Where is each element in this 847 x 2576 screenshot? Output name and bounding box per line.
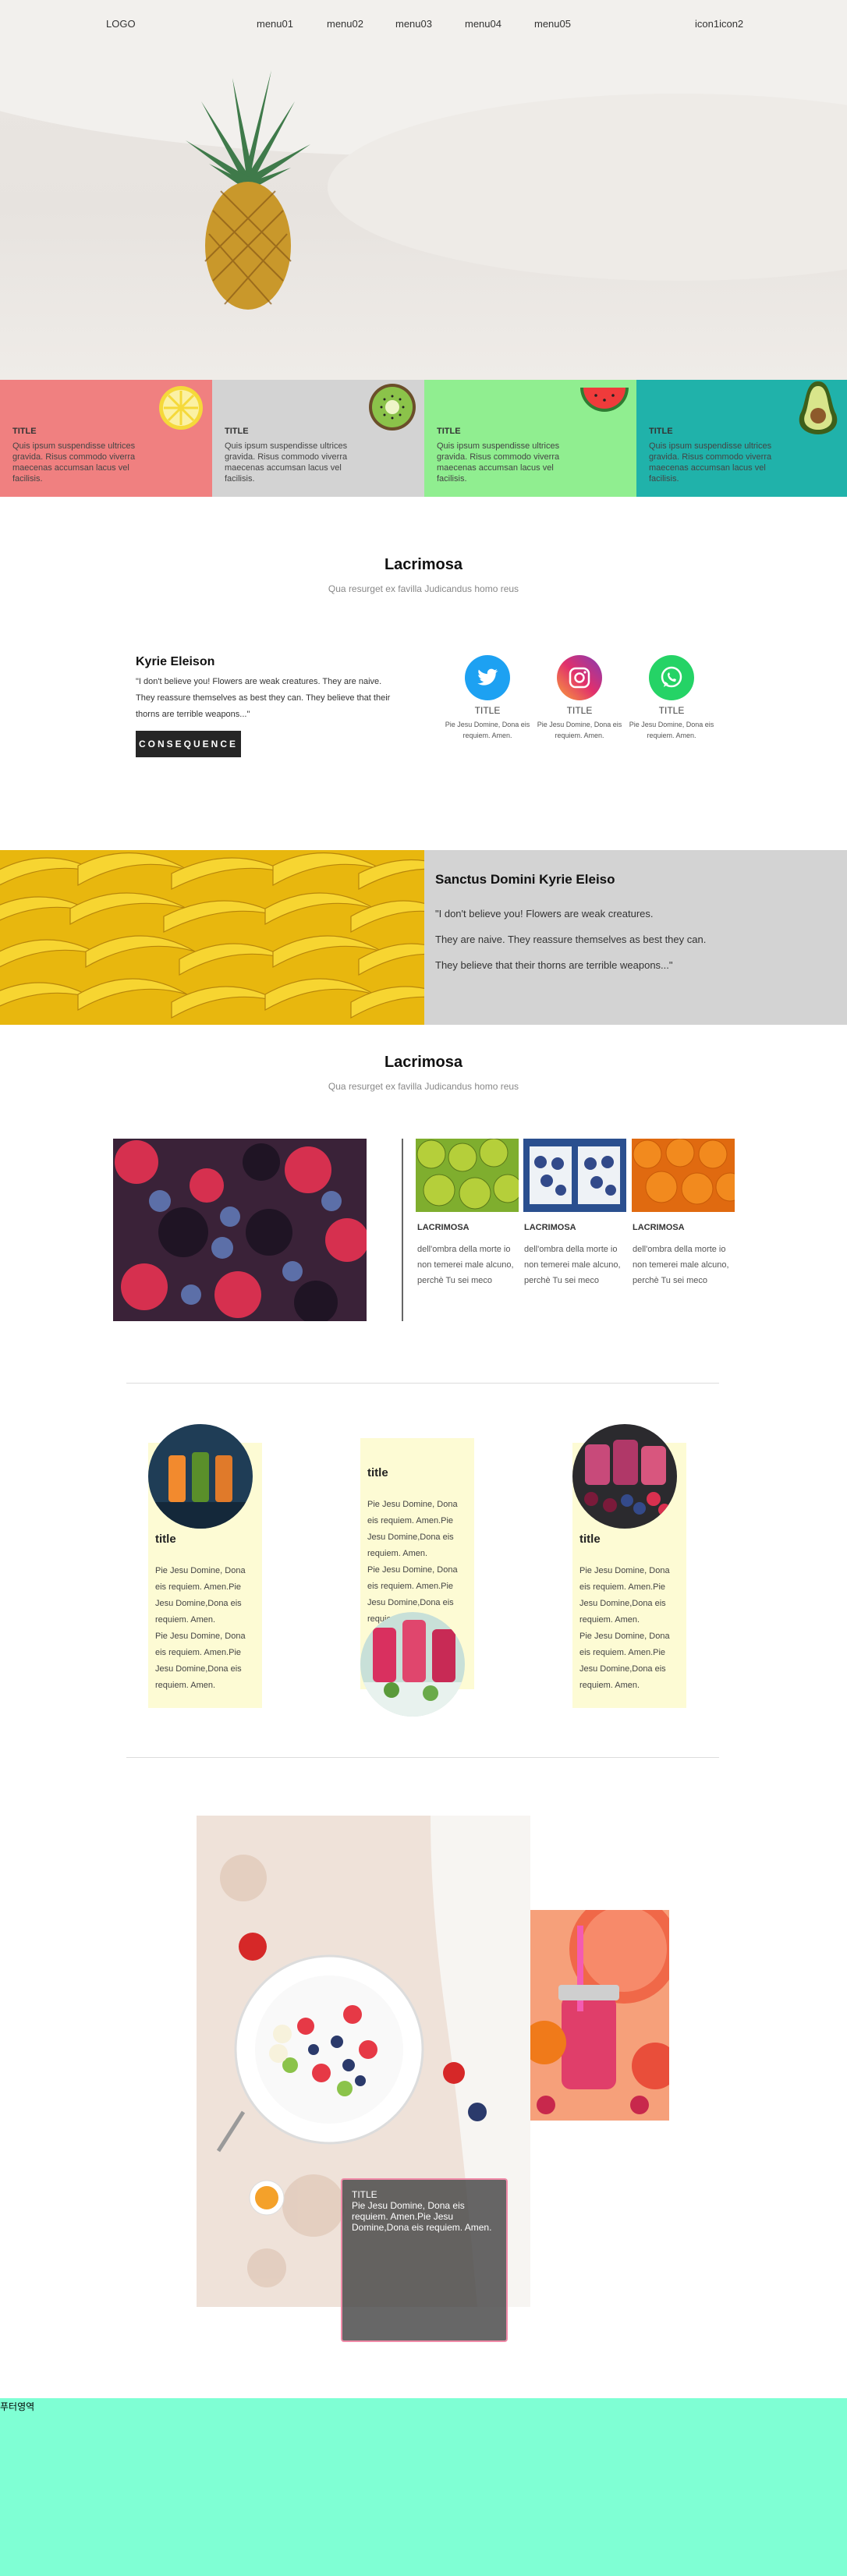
social-title: TITLE bbox=[566, 705, 593, 716]
social-title: TITLE bbox=[658, 705, 685, 716]
lacrimosa-item-3: LACRIMOSA dell'ombra della morte io non … bbox=[633, 1223, 735, 1288]
overlay-body: Pie Jesu Domine, Dona eis requiem. Amen.… bbox=[352, 2200, 492, 2233]
pineapple-image bbox=[186, 70, 310, 310]
footer-label: 푸터영역 bbox=[0, 2401, 35, 2412]
collage-overlay-card: TITLE Pie Jesu Domine, Dona eis requiem.… bbox=[341, 2178, 508, 2342]
info-card-body: Pie Jesu Domine, Dona eis requiem. Amen.… bbox=[367, 1500, 458, 1624]
overlay-title: TITLE bbox=[352, 2189, 377, 2200]
vertical-divider bbox=[402, 1139, 403, 1321]
social-instagram[interactable]: TITLE Pie Jesu Domine, Dona eis requiem.… bbox=[533, 655, 626, 741]
lemon-icon bbox=[159, 386, 203, 430]
card-body: Quis ipsum suspendisse ultrices gravida.… bbox=[649, 441, 772, 484]
sanctus-panel: Sanctus Domini Kyrie Eleiso "I don't bel… bbox=[424, 850, 847, 1025]
smoothie-image bbox=[360, 1612, 465, 1717]
feature-card-4[interactable]: TITLE Quis ipsum suspendisse ultrices gr… bbox=[636, 380, 847, 497]
section1-subtitle: Qua resurget ex favilla Judicandus homo … bbox=[328, 583, 519, 594]
oranges-image bbox=[632, 1139, 735, 1212]
sanctus-line-1: "I don't believe you! Flowers are weak c… bbox=[435, 908, 654, 919]
info-card-title: title bbox=[579, 1532, 601, 1546]
section1-title: Lacrimosa bbox=[384, 556, 463, 573]
kyrie-block: Kyrie Eleison "I don't believe you! Flow… bbox=[136, 655, 393, 757]
berry-jars-image bbox=[572, 1424, 677, 1529]
card-body: Quis ipsum suspendisse ultrices gravida.… bbox=[225, 441, 348, 484]
lacrimosa-item-1: LACRIMOSA dell'ombra della morte io non … bbox=[417, 1223, 520, 1288]
sanctus-line-2: They are naive. They reassure themselves… bbox=[435, 934, 707, 945]
nav-menu05[interactable]: menu05 bbox=[534, 18, 571, 30]
nav-menu03[interactable]: menu03 bbox=[395, 18, 432, 30]
kyrie-title: Kyrie Eleison bbox=[136, 655, 215, 668]
social-twitter[interactable]: TITLE Pie Jesu Domine, Dona eis requiem.… bbox=[441, 655, 534, 741]
info-card-title: title bbox=[367, 1466, 388, 1479]
logo[interactable]: LOGO bbox=[106, 18, 136, 30]
sanctus-line-3: They believe that their thorns are terri… bbox=[435, 959, 673, 971]
whatsapp-icon[interactable] bbox=[649, 655, 694, 700]
nav-menu04[interactable]: menu04 bbox=[465, 18, 501, 30]
feature-card-2[interactable]: TITLE Quis ipsum suspendisse ultrices gr… bbox=[212, 380, 424, 497]
info-card-body: Pie Jesu Domine, Dona eis requiem. Amen.… bbox=[579, 1566, 670, 1690]
card-title: TITLE bbox=[437, 427, 461, 436]
lacrimosa-item-body: dell'ombra della morte io non temerei ma… bbox=[417, 1245, 514, 1285]
social-body: Pie Jesu Domine, Dona eis requiem. Amen. bbox=[629, 721, 714, 739]
juice-shots-image bbox=[148, 1424, 253, 1529]
berries-image bbox=[113, 1139, 367, 1321]
footer: 푸터영역 bbox=[0, 2398, 847, 2576]
grapefruit-drink-image bbox=[530, 1910, 669, 2121]
banana-image bbox=[0, 850, 424, 1025]
social-whatsapp[interactable]: TITLE Pie Jesu Domine, Dona eis requiem.… bbox=[625, 655, 718, 741]
divider-2 bbox=[126, 1757, 719, 1758]
social-body: Pie Jesu Domine, Dona eis requiem. Amen. bbox=[537, 721, 622, 739]
kiwi-icon bbox=[369, 384, 416, 431]
twitter-icon[interactable] bbox=[465, 655, 510, 700]
card-body: Quis ipsum suspendisse ultrices gravida.… bbox=[437, 441, 560, 484]
sanctus-title: Sanctus Domini Kyrie Eleiso bbox=[435, 872, 615, 887]
section2-subtitle: Qua resurget ex favilla Judicandus homo … bbox=[328, 1081, 519, 1092]
consequence-button[interactable]: CONSEQUENCE bbox=[136, 731, 241, 757]
section2-title: Lacrimosa bbox=[384, 1054, 463, 1071]
divider-1 bbox=[126, 1383, 719, 1384]
lacrimosa-item-title: LACRIMOSA bbox=[633, 1223, 685, 1232]
lacrimosa-item-body: dell'ombra della morte io non temerei ma… bbox=[524, 1245, 621, 1285]
lacrimosa-item-2: LACRIMOSA dell'ombra della morte io non … bbox=[524, 1223, 627, 1288]
nav-menu02[interactable]: menu02 bbox=[327, 18, 363, 30]
pears-image bbox=[416, 1139, 519, 1212]
info-card-title: title bbox=[155, 1532, 176, 1546]
lacrimosa-item-title: LACRIMOSA bbox=[524, 1223, 576, 1232]
header-icons[interactable]: icon1icon2 bbox=[695, 18, 743, 30]
social-body: Pie Jesu Domine, Dona eis requiem. Amen. bbox=[445, 721, 530, 739]
lacrimosa-item-body: dell'ombra della morte io non temerei ma… bbox=[633, 1245, 729, 1285]
feature-card-1[interactable]: TITLE Quis ipsum suspendisse ultrices gr… bbox=[0, 380, 212, 497]
nav-menu01[interactable]: menu01 bbox=[257, 18, 293, 30]
card-body: Quis ipsum suspendisse ultrices gravida.… bbox=[12, 441, 136, 484]
blueberries-image bbox=[523, 1139, 626, 1212]
lacrimosa-item-title: LACRIMOSA bbox=[417, 1223, 470, 1232]
info-card-body: Pie Jesu Domine, Dona eis requiem. Amen.… bbox=[155, 1566, 246, 1690]
instagram-icon[interactable] bbox=[557, 655, 602, 700]
hero-section: LOGO menu01 menu02 menu03 menu04 menu05 … bbox=[0, 0, 847, 380]
avocado-icon bbox=[799, 381, 838, 434]
feature-card-3[interactable]: TITLE Quis ipsum suspendisse ultrices gr… bbox=[424, 380, 636, 497]
social-title: TITLE bbox=[474, 705, 501, 716]
watermelon-icon bbox=[580, 388, 629, 412]
kyrie-text: "I don't believe you! Flowers are weak c… bbox=[136, 677, 391, 719]
